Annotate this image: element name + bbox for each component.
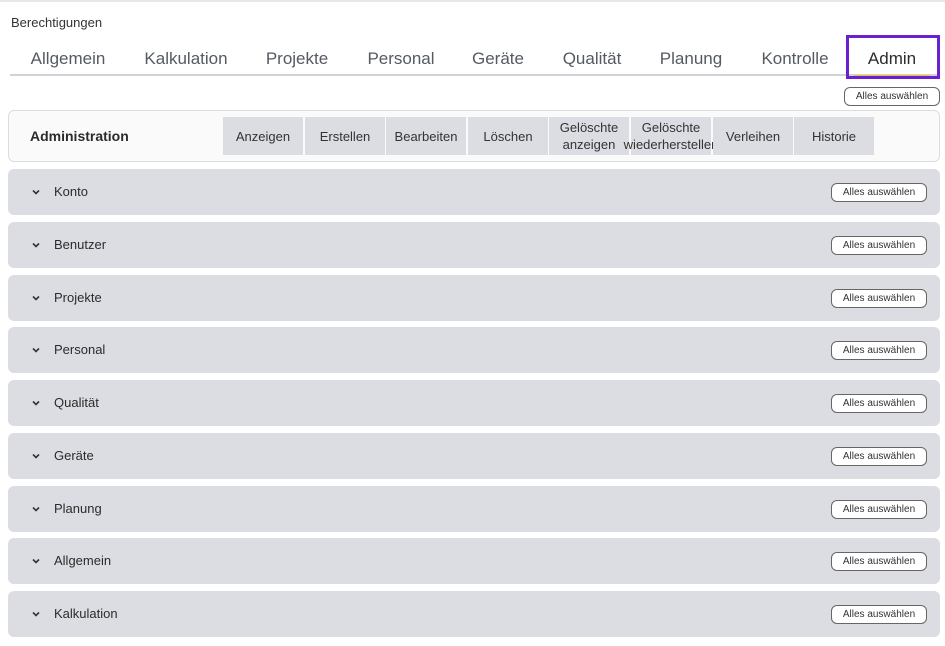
- section-label: Benutzer: [54, 237, 107, 252]
- section-label: Geräte: [54, 448, 94, 463]
- page-title: Berechtigungen: [11, 15, 103, 30]
- tab-kalkulation[interactable]: Kalkulation: [129, 40, 243, 76]
- top-divider: [0, 0, 945, 2]
- tab-personal[interactable]: Personal: [351, 40, 451, 76]
- chevron-down-icon[interactable]: [30, 503, 42, 515]
- section-kalkulation[interactable]: Kalkulation Alles auswählen: [8, 591, 940, 637]
- section-label: Qualität: [54, 395, 99, 410]
- tab-allgemein[interactable]: Allgemein: [10, 40, 126, 76]
- section-select-all-button[interactable]: Alles auswählen: [831, 341, 927, 360]
- chevron-down-icon[interactable]: [30, 450, 42, 462]
- section-select-all-button[interactable]: Alles auswählen: [831, 447, 927, 466]
- chevron-down-icon[interactable]: [30, 397, 42, 409]
- chevron-down-icon[interactable]: [30, 292, 42, 304]
- column-geloeschte-wiederherstellen: Gelöschte wiederherstellen: [624, 117, 718, 155]
- section-label: Allgemein: [54, 553, 112, 568]
- section-select-all-button[interactable]: Alles auswählen: [831, 552, 927, 571]
- column-erstellen: Erstellen: [305, 117, 385, 155]
- section-label: Kalkulation: [54, 606, 118, 621]
- column-anzeigen: Anzeigen: [223, 117, 303, 155]
- section-select-all-button[interactable]: Alles auswählen: [831, 605, 927, 624]
- section-label: Projekte: [54, 290, 102, 305]
- section-geraete[interactable]: Geräte Alles auswählen: [8, 433, 940, 479]
- chevron-down-icon[interactable]: [30, 344, 42, 356]
- chevron-down-icon[interactable]: [30, 186, 42, 198]
- tab-projekte[interactable]: Projekte: [246, 40, 348, 76]
- chevron-down-icon[interactable]: [30, 555, 42, 567]
- section-allgemein[interactable]: Allgemein Alles auswählen: [8, 538, 940, 584]
- permission-header: Administration Anzeigen Erstellen Bearbe…: [8, 110, 940, 162]
- section-select-all-button[interactable]: Alles auswählen: [831, 500, 927, 519]
- section-label: Konto: [54, 184, 88, 199]
- tab-qualitaet[interactable]: Qualität: [545, 40, 639, 76]
- section-label: Personal: [54, 342, 106, 357]
- section-planung[interactable]: Planung Alles auswählen: [8, 486, 940, 532]
- column-bearbeiten: Bearbeiten: [386, 117, 466, 155]
- column-loeschen: Löschen: [468, 117, 548, 155]
- chevron-down-icon[interactable]: [30, 608, 42, 620]
- select-all-button[interactable]: Alles auswählen: [844, 87, 940, 106]
- chevron-down-icon[interactable]: [30, 239, 42, 251]
- tab-admin[interactable]: Admin: [850, 40, 934, 78]
- section-select-all-button[interactable]: Alles auswählen: [831, 394, 927, 413]
- section-label: Planung: [54, 501, 102, 516]
- section-benutzer[interactable]: Benutzer Alles auswählen: [8, 222, 940, 268]
- header-title: Administration: [30, 128, 129, 144]
- tab-kontrolle[interactable]: Kontrolle: [743, 40, 847, 76]
- section-qualitaet[interactable]: Qualität Alles auswählen: [8, 380, 940, 426]
- section-select-all-button[interactable]: Alles auswählen: [831, 183, 927, 202]
- tab-planung[interactable]: Planung: [642, 40, 740, 76]
- tab-geraete[interactable]: Geräte: [454, 40, 542, 76]
- tab-bar: Allgemein Kalkulation Projekte Personal …: [10, 40, 938, 78]
- section-select-all-button[interactable]: Alles auswählen: [831, 289, 927, 308]
- column-verleihen: Verleihen: [713, 117, 793, 155]
- column-historie: Historie: [794, 117, 874, 155]
- section-konto[interactable]: Konto Alles auswählen: [8, 169, 940, 215]
- section-projekte[interactable]: Projekte Alles auswählen: [8, 275, 940, 321]
- section-select-all-button[interactable]: Alles auswählen: [831, 236, 927, 255]
- column-geloeschte-anzeigen: Gelöschte anzeigen: [549, 117, 629, 155]
- section-personal[interactable]: Personal Alles auswählen: [8, 327, 940, 373]
